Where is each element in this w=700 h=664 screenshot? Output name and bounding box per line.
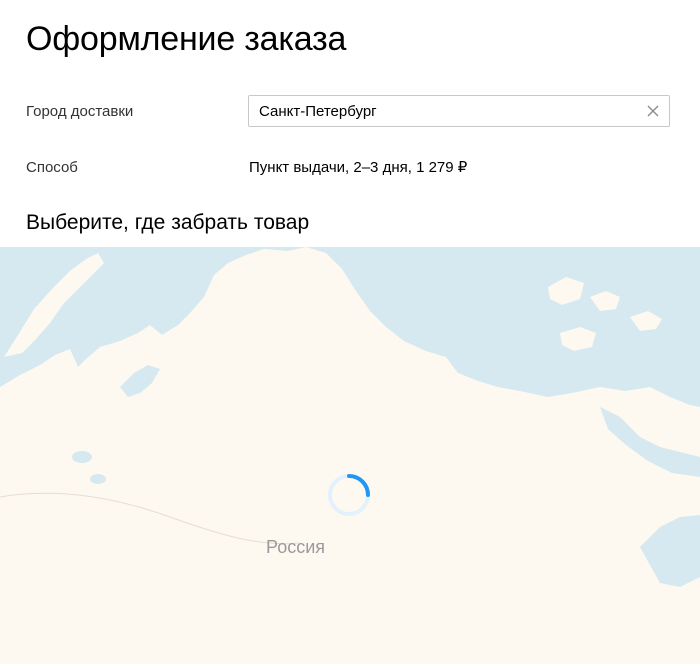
delivery-city-field[interactable] — [248, 95, 670, 127]
close-icon[interactable] — [645, 103, 661, 119]
checkout-page: Оформление заказа Город доставки Способ … — [0, 0, 700, 664]
page-title: Оформление заказа — [26, 20, 347, 58]
lake-2 — [90, 474, 106, 484]
spinner-icon — [326, 472, 372, 518]
map-tiles — [0, 247, 700, 664]
pickup-section-title: Выберите, где забрать товар — [26, 211, 310, 234]
lake-1 — [72, 451, 92, 463]
delivery-city-input[interactable] — [249, 96, 629, 126]
map-country-label: Россия — [266, 537, 326, 557]
delivery-method-label: Способ — [26, 159, 78, 176]
delivery-city-label: Город доставки — [26, 103, 134, 120]
delivery-method-value: Пункт выдачи, 2–3 дня, 1 279 ₽ — [249, 159, 468, 176]
pickup-map[interactable]: Россия — [0, 247, 700, 664]
